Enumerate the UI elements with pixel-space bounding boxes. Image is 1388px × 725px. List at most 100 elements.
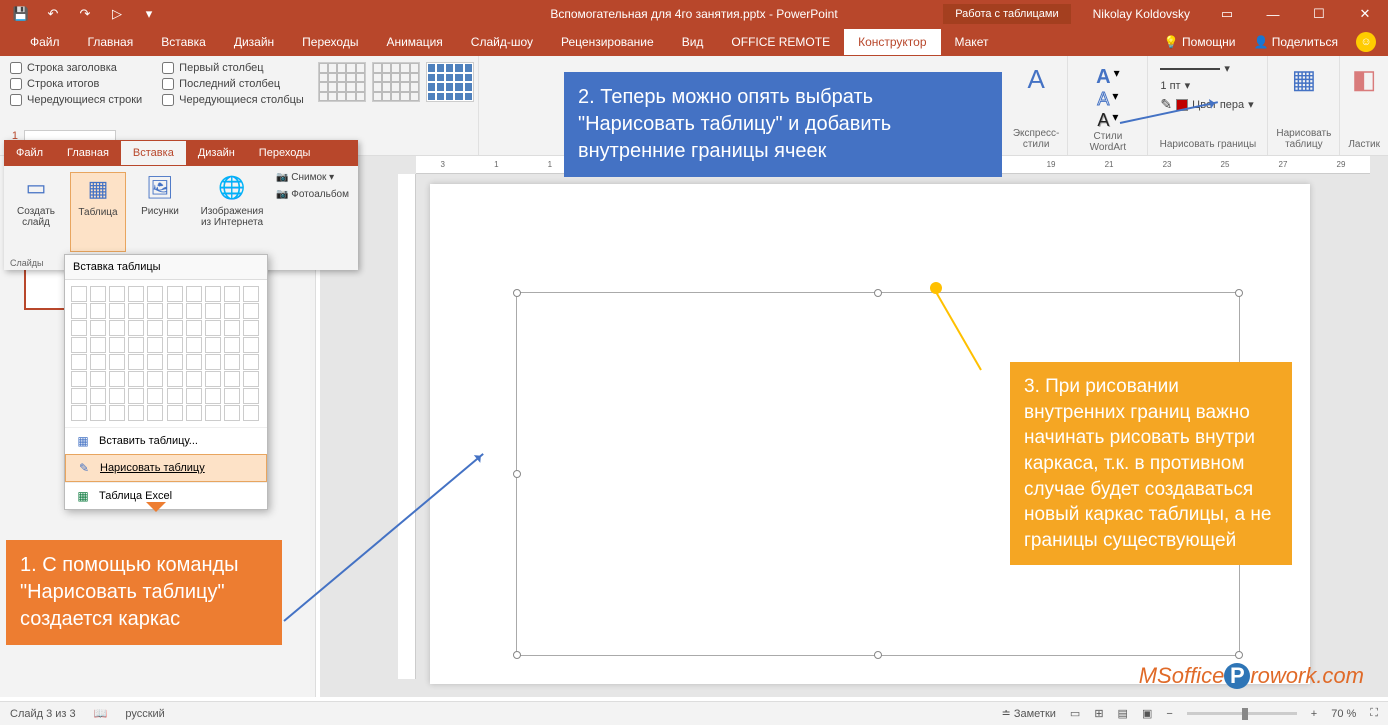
tab-file[interactable]: Файл — [16, 29, 74, 55]
draw-table-button[interactable]: ▦ Нарисовать таблицу — [1268, 56, 1340, 155]
popup-tab-file[interactable]: Файл — [4, 141, 55, 165]
language-indicator[interactable]: русский — [125, 708, 164, 720]
vertical-ruler — [398, 174, 416, 679]
text-fill-dropdown-icon[interactable]: ▾ — [1114, 66, 1120, 89]
contextual-tab-label: Работа с таблицами — [943, 4, 1070, 24]
text-outline-dropdown-icon[interactable]: ▾ — [1112, 89, 1118, 110]
text-fill-icon[interactable]: A — [1096, 66, 1110, 89]
tab-transitions[interactable]: Переходы — [288, 29, 372, 55]
screenshot-button[interactable]: 📷 Снимок ▾ — [276, 172, 349, 183]
new-slide-button[interactable]: ▭Создать слайд — [8, 172, 64, 252]
view-sorter-icon[interactable]: ⊞ — [1094, 707, 1103, 720]
draw-table-icon: ▦ — [1292, 64, 1317, 95]
tab-design[interactable]: Дизайн — [220, 29, 288, 55]
view-reading-icon[interactable]: ▤ — [1118, 707, 1128, 720]
popup-tab-home[interactable]: Главная — [55, 141, 121, 165]
excel-icon: ▦ — [75, 488, 91, 504]
status-bar: Слайд 3 из 3 📖 русский ≐ Заметки ▭ ⊞ ▤ ▣… — [0, 701, 1388, 725]
text-effects-dropdown-icon[interactable]: ▾ — [1112, 110, 1118, 131]
callout-3: 3. При рисовании внутренних границ важно… — [1010, 362, 1292, 565]
tab-view[interactable]: Вид — [668, 29, 718, 55]
express-styles-group: A Экспресс- стили — [1005, 56, 1069, 155]
view-normal-icon[interactable]: ▭ — [1070, 707, 1080, 720]
redo-icon[interactable]: ↷ — [74, 3, 96, 25]
ribbon-tabs: Файл Главная Вставка Дизайн Переходы Ани… — [0, 28, 1388, 56]
quick-access-toolbar: 💾 ↶ ↷ ▷ ▾ — [0, 3, 160, 25]
start-slideshow-icon[interactable]: ▷ — [106, 3, 128, 25]
online-images-icon: 🌐 — [214, 172, 250, 204]
checkbox-total-row[interactable]: Строка итогов — [10, 78, 142, 90]
title-bar: 💾 ↶ ↷ ▷ ▾ Вспомогательная для 4го заняти… — [0, 0, 1388, 28]
popup-tab-insert[interactable]: Вставка — [121, 141, 186, 165]
pen-weight-dropdown[interactable]: 1 пт ▾ — [1156, 77, 1194, 94]
maximize-icon[interactable]: ☐ — [1296, 0, 1342, 28]
excel-table-menu-item[interactable]: ▦Таблица Excel — [65, 482, 267, 509]
checkbox-banded-cols[interactable]: Чередующиеся столбцы — [162, 94, 304, 106]
draw-table-menu-item[interactable]: ✎Нарисовать таблицу — [65, 454, 267, 482]
tab-animations[interactable]: Анимация — [372, 29, 456, 55]
spellcheck-icon[interactable]: 📖 — [94, 707, 108, 720]
minimize-icon[interactable]: — — [1250, 0, 1296, 28]
save-icon[interactable]: 💾 — [10, 3, 32, 25]
online-images-button[interactable]: 🌐Изображения из Интернета — [194, 172, 270, 252]
eraser-button[interactable]: ◧ Ластик — [1340, 56, 1388, 155]
smiley-icon[interactable]: ☺ — [1356, 32, 1376, 52]
tab-layout[interactable]: Макет — [941, 29, 1003, 55]
checkbox-first-col[interactable]: Первый столбец — [162, 62, 304, 74]
style-thumb-2[interactable] — [372, 62, 420, 102]
watermark: MSofficeProwork.com — [1139, 663, 1364, 689]
text-effects-icon[interactable]: A — [1097, 110, 1109, 131]
callout-1: 1. С помощью команды "Нарисовать таблицу… — [6, 540, 282, 645]
insert-table-menu-item[interactable]: ▦Вставить таблицу... — [65, 427, 267, 454]
eraser-icon: ◧ — [1352, 64, 1377, 95]
text-outline-icon[interactable]: A — [1097, 89, 1109, 110]
orange-arrow-icon — [146, 502, 166, 522]
popup-tab-transitions[interactable]: Переходы — [247, 141, 323, 165]
tab-office-remote[interactable]: OFFICE REMOTE — [717, 29, 844, 55]
qat-more-icon[interactable]: ▾ — [138, 3, 160, 25]
tab-slideshow[interactable]: Слайд-шоу — [457, 29, 547, 55]
zoom-slider[interactable] — [1187, 712, 1297, 715]
new-slide-icon: ▭ — [18, 172, 54, 204]
grid-icon: ▦ — [75, 433, 91, 449]
zoom-level[interactable]: 70 % — [1331, 708, 1356, 720]
pictures-icon: 🖼 — [142, 172, 178, 204]
table-button[interactable]: ▦Таблица — [70, 172, 126, 252]
insert-table-header: Вставка таблицы — [65, 255, 267, 280]
checkbox-last-col[interactable]: Последний столбец — [162, 78, 304, 90]
popup-tab-design[interactable]: Дизайн — [186, 141, 247, 165]
style-thumb-3[interactable] — [426, 62, 474, 102]
wordart-styles-group: A ▾ A ▾ A ▾ Стили WordArt — [1068, 56, 1148, 155]
fit-to-window-icon[interactable]: ⛶ — [1370, 707, 1378, 720]
checkbox-banded-rows[interactable]: Чередующиеся строки — [10, 94, 142, 106]
express-styles-icon[interactable]: A — [1027, 64, 1044, 95]
pictures-button[interactable]: 🖼Рисунки — [132, 172, 188, 252]
insert-table-popup: Вставка таблицы ▦Вставить таблицу... ✎На… — [64, 254, 268, 510]
callout-2: 2. Теперь можно опять выбрать "Нарисоват… — [564, 72, 1002, 177]
ribbon-options-icon[interactable]: ▭ — [1204, 0, 1250, 28]
undo-icon[interactable]: ↶ — [42, 3, 64, 25]
tab-constructor[interactable]: Конструктор — [844, 29, 940, 55]
zoom-in-icon[interactable]: + — [1311, 708, 1317, 720]
view-slideshow-icon[interactable]: ▣ — [1142, 707, 1152, 720]
table-icon: ▦ — [80, 173, 116, 205]
user-name[interactable]: Nikolay Koldovsky — [1079, 7, 1204, 21]
pen-style-dropdown[interactable]: ▾ — [1156, 60, 1234, 77]
tab-review[interactable]: Рецензирование — [547, 29, 668, 55]
checkbox-header-row[interactable]: Строка заголовка — [10, 62, 142, 74]
pen-group: ▾ 1 пт ▾ ✎Цвет пера ▾ Нарисовать границы — [1148, 56, 1268, 155]
share-button[interactable]: 👤 Поделиться — [1253, 35, 1338, 49]
popup-insert-ribbon: Файл Главная Вставка Дизайн Переходы ▭Со… — [4, 140, 358, 270]
photoalbum-button[interactable]: 📷 Фотоальбом — [276, 189, 349, 200]
close-icon[interactable]: ✕ — [1342, 0, 1388, 28]
table-size-grid[interactable] — [65, 280, 267, 427]
tab-home[interactable]: Главная — [74, 29, 148, 55]
style-thumb-1[interactable] — [318, 62, 366, 102]
pencil-icon: ✎ — [76, 460, 92, 476]
tell-me[interactable]: 💡 Помощни — [1164, 35, 1236, 49]
zoom-out-icon[interactable]: − — [1166, 708, 1172, 720]
notes-button[interactable]: ≐ Заметки — [1002, 707, 1056, 720]
popup-section-slides: Слайды — [10, 258, 44, 268]
slide-counter: Слайд 3 из 3 — [10, 708, 76, 720]
tab-insert[interactable]: Вставка — [147, 29, 220, 55]
